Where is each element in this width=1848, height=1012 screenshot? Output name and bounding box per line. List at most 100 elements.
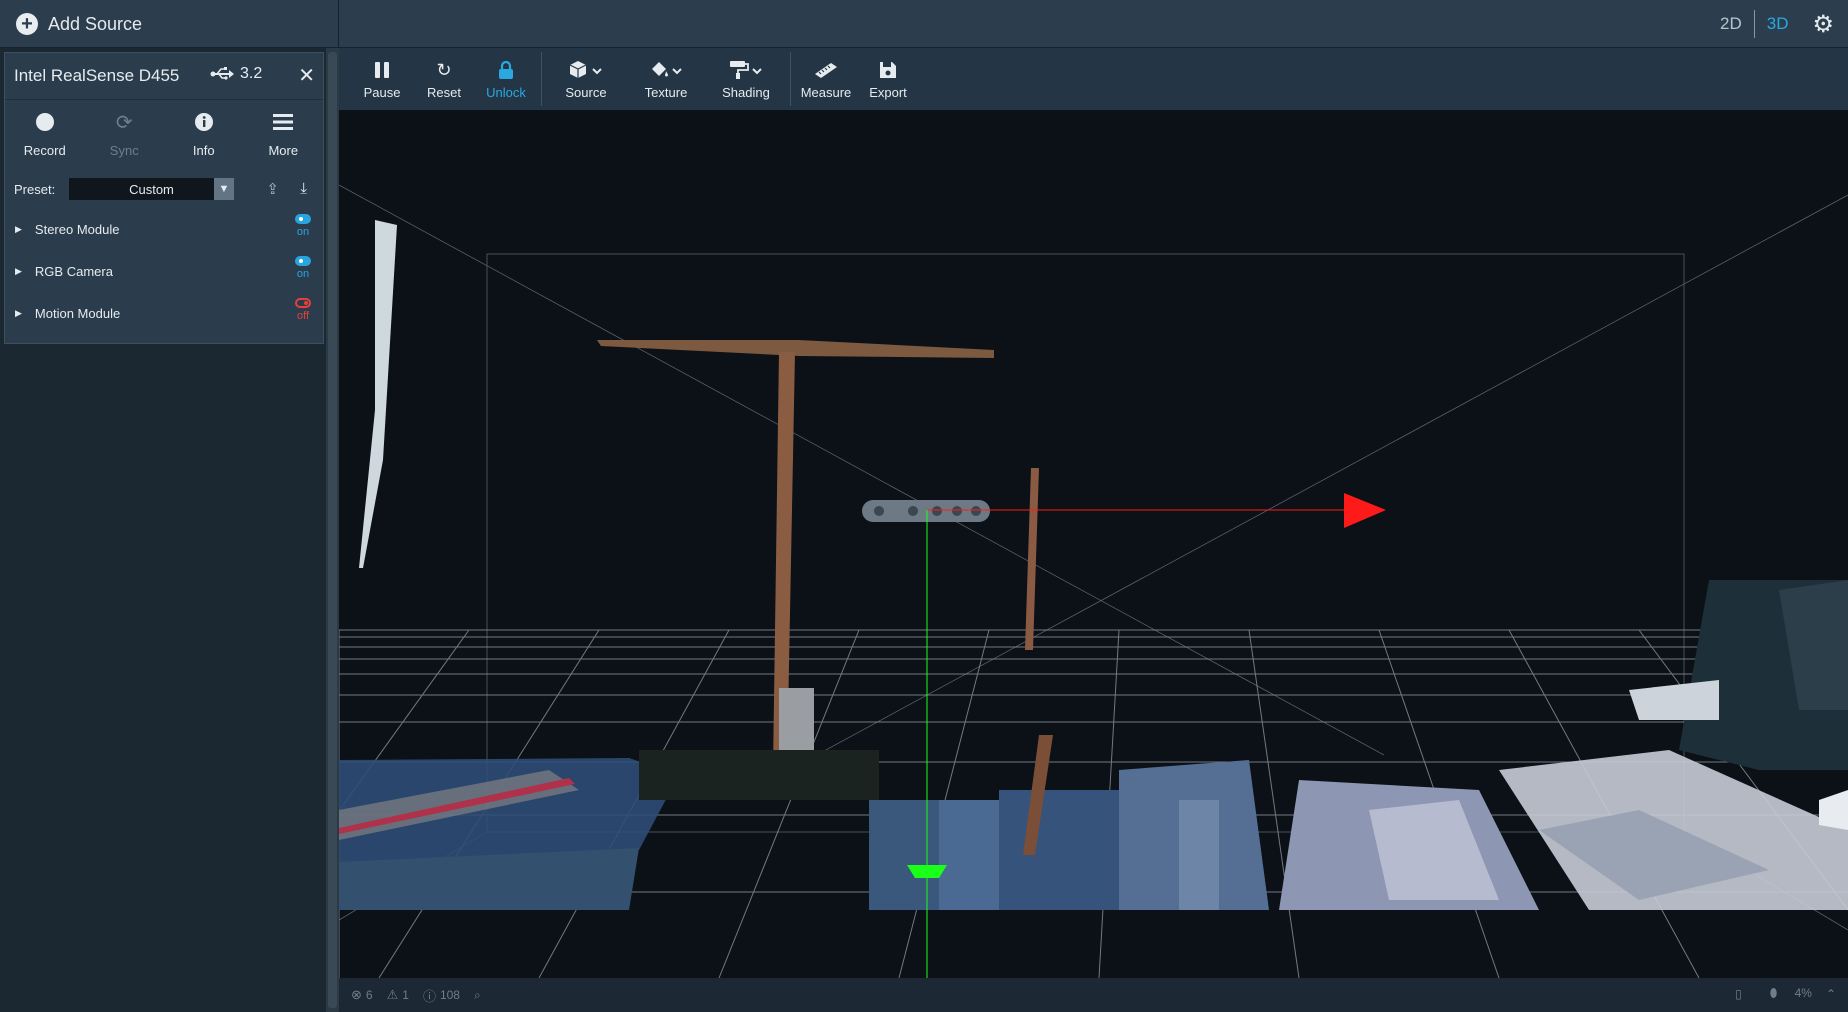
more-button[interactable]: More xyxy=(244,100,324,162)
toggle-state: on xyxy=(296,268,310,280)
view-3d-button[interactable]: 3D xyxy=(1755,14,1801,34)
usb-info: 3.2 xyxy=(210,65,262,83)
info-count[interactable]: ⓘ 108 xyxy=(423,986,460,1005)
trash-icon[interactable]: ▯ xyxy=(1735,987,1742,1001)
texture-button[interactable]: Texture xyxy=(626,48,706,110)
expand-triangle-icon[interactable]: ▶ xyxy=(15,224,22,235)
paint-bucket-icon xyxy=(649,58,683,82)
lock-icon xyxy=(497,58,515,82)
pause-icon xyxy=(373,58,391,82)
device-panel: Intel RealSense D455 3.2 ✕ Record ⟳ Sync… xyxy=(4,52,324,344)
record-button[interactable]: Record xyxy=(5,100,85,162)
close-icon[interactable]: ✕ xyxy=(298,63,315,88)
info-icon xyxy=(164,110,244,134)
record-label: Record xyxy=(23,143,66,158)
status-bar: ⊗ 6 ⚠ 1 ⓘ 108 ⌕ ▯ ⬮ 4% ⌃ xyxy=(339,978,1848,1012)
status-right: ▯ ⬮ 4% ⌃ xyxy=(1721,986,1836,1001)
info-label: Info xyxy=(192,143,215,158)
module-stereo[interactable]: ▶ Stereo Module on xyxy=(5,208,323,250)
sync-label: Sync xyxy=(109,143,139,158)
view-2d-button[interactable]: 2D xyxy=(1708,14,1754,34)
usb-version: 3.2 xyxy=(240,65,263,82)
download-icon[interactable]: ⤓ xyxy=(300,180,307,197)
gear-icon[interactable]: ⚙ xyxy=(1800,10,1848,39)
upload-icon[interactable]: ⇪ xyxy=(266,180,279,198)
toggle-state: off xyxy=(296,310,310,322)
unlock-button[interactable]: Unlock xyxy=(475,48,537,110)
cube-icon xyxy=(569,58,603,82)
error-icon: ⊗ xyxy=(351,987,362,1002)
module-label: Stereo Module xyxy=(34,221,120,237)
toggle-switch-icon xyxy=(295,214,311,224)
device-name: Intel RealSense D455 xyxy=(14,66,180,85)
chevron-down-icon[interactable]: ▼ xyxy=(214,178,234,200)
sync-icon: ⟳ xyxy=(115,111,133,134)
sync-button[interactable]: ⟳ Sync xyxy=(85,100,165,162)
reset-icon: ↻ xyxy=(436,59,452,80)
toggle-switch-icon xyxy=(295,298,311,308)
module-rgb-camera[interactable]: ▶ RGB Camera on xyxy=(5,250,323,292)
preset-row: Preset: Custom ▼ ⇪ ⤓ xyxy=(5,170,323,208)
shading-button[interactable]: Shading xyxy=(706,48,786,110)
pause-button[interactable]: Pause xyxy=(351,48,413,110)
texture-label: Texture xyxy=(644,85,688,100)
top-bar: + Add Source 2D 3D ⚙ xyxy=(0,0,1848,48)
pause-label: Pause xyxy=(363,85,401,100)
expand-triangle-icon[interactable]: ▶ xyxy=(15,266,22,277)
module-label: Motion Module xyxy=(34,305,121,321)
more-label: More xyxy=(268,143,299,158)
record-icon xyxy=(5,110,85,134)
chevron-up-icon[interactable]: ⌃ xyxy=(1826,987,1836,1001)
point-cloud-scene[interactable] xyxy=(339,110,1848,978)
warning-count[interactable]: ⚠ 1 xyxy=(387,987,409,1003)
module-motion[interactable]: ▶ Motion Module off xyxy=(5,292,323,334)
search-icon[interactable]: ⌕ xyxy=(474,988,481,1003)
unlock-label: Unlock xyxy=(486,85,526,100)
preset-value: Custom xyxy=(129,181,174,197)
device-actions: Record ⟳ Sync Info More xyxy=(5,100,323,162)
export-label: Export xyxy=(869,85,907,100)
reset-label: Reset xyxy=(427,85,461,100)
preset-label: Preset: xyxy=(14,181,56,197)
toolbar-divider xyxy=(541,52,542,106)
menu-icon xyxy=(244,110,324,134)
paint-roller-icon xyxy=(729,58,763,82)
droplet-icon: ⬮ xyxy=(1769,986,1778,1000)
module-label: RGB Camera xyxy=(34,263,113,279)
camera-model xyxy=(862,500,990,522)
add-source-button[interactable]: + Add Source xyxy=(0,0,339,48)
warning-count-value: 1 xyxy=(402,988,409,1002)
error-count[interactable]: ⊗ 6 xyxy=(351,987,373,1003)
error-count-value: 6 xyxy=(365,988,373,1002)
ruler-icon xyxy=(813,58,839,82)
measure-label: Measure xyxy=(800,85,852,100)
info-button[interactable]: Info xyxy=(164,100,244,162)
reset-button[interactable]: ↻ Reset xyxy=(413,48,475,110)
usb-icon xyxy=(210,67,234,80)
preset-dropdown[interactable]: Custom ▼ xyxy=(69,178,234,200)
export-button[interactable]: Export xyxy=(857,48,919,110)
warning-icon: ⚠ xyxy=(386,987,399,1002)
source-label: Source xyxy=(565,85,607,100)
expand-triangle-icon[interactable]: ▶ xyxy=(15,308,22,319)
device-header: Intel RealSense D455 3.2 ✕ xyxy=(5,53,323,100)
save-icon xyxy=(879,58,897,82)
info-circle-icon: ⓘ xyxy=(422,988,436,1004)
toolbar-divider xyxy=(790,52,791,106)
rgb-toggle[interactable]: on xyxy=(295,256,311,280)
stereo-toggle[interactable]: on xyxy=(295,214,311,238)
viewer-toolbar: Pause ↻ Reset Unlock Source Texture Shad… xyxy=(339,48,1848,110)
scrollbar-thumb[interactable] xyxy=(328,52,337,1008)
fill-indicator: ⬮ 4% xyxy=(1756,986,1812,1001)
plus-icon: + xyxy=(16,13,38,35)
toggle-state: on xyxy=(296,226,310,238)
info-count-value: 108 xyxy=(439,988,460,1002)
motion-toggle[interactable]: off xyxy=(295,298,311,322)
3d-viewer[interactable]: Pause ↻ Reset Unlock Source Texture Shad… xyxy=(339,48,1848,1012)
fill-value: 4% xyxy=(1794,986,1812,1000)
add-source-label: Add Source xyxy=(48,13,143,34)
toggle-switch-icon xyxy=(295,256,311,266)
source-button[interactable]: Source xyxy=(546,48,626,110)
measure-button[interactable]: Measure xyxy=(795,48,857,110)
shading-label: Shading xyxy=(722,85,770,100)
